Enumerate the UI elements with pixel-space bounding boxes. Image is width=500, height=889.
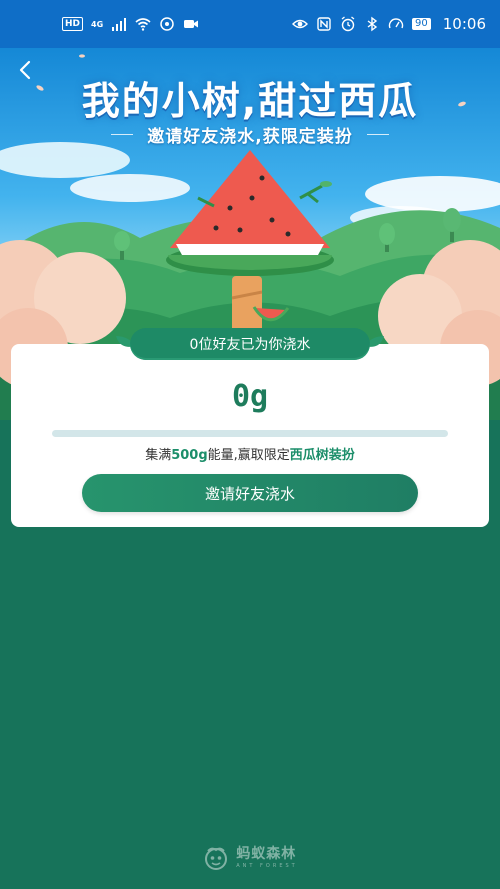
subtitle-row: 邀请好友浇水,获限定装扮: [0, 122, 500, 147]
status-left: HD 4G: [62, 16, 199, 32]
footer-name-block: 蚂蚁森林 ANT FOREST: [236, 846, 297, 870]
wifi-icon: [135, 18, 151, 31]
goal-middle: 能量,赢取限定: [207, 448, 290, 463]
subtitle-divider-left: [111, 134, 134, 135]
alarm-icon: [341, 16, 355, 32]
goal-reward: 西瓜树装扮: [289, 448, 355, 463]
video-icon: [184, 20, 199, 28]
speed-icon: [388, 18, 404, 29]
status-right: 90 10:06: [292, 15, 486, 33]
energy-progress-bar: [52, 430, 448, 437]
bluetooth-icon: [367, 16, 378, 32]
page-subtitle: 邀请好友浇水,获限定装扮: [147, 127, 353, 147]
footer-brand: 蚂蚁森林 ANT FOREST: [0, 845, 500, 871]
hotspot-icon: [160, 17, 174, 31]
signal-icon: [112, 18, 127, 31]
energy-value: 0g: [231, 379, 269, 414]
friends-watered-tab: 0位好友已为你浇水: [130, 328, 370, 360]
invite-button-label: 邀请好友浇水: [204, 484, 295, 503]
hd-badge: HD: [62, 17, 84, 31]
footer-brand-en: ANT FOREST: [236, 863, 298, 869]
ant-forest-logo-icon: [205, 847, 228, 870]
eye-icon: [292, 19, 309, 29]
network-type: 4G: [91, 19, 104, 29]
goal-prefix: 集满: [145, 448, 172, 463]
goal-amount: 500g: [171, 448, 208, 463]
clock: 10:06: [442, 15, 486, 33]
friends-watered-text: 0位好友已为你浇水: [189, 337, 311, 353]
nfc-icon: [317, 17, 331, 31]
battery-level: 90: [412, 18, 431, 30]
goal-description: 集满500g能量,赢取限定西瓜树装扮: [0, 444, 500, 463]
page-title: 我的小树,甜过西瓜: [81, 79, 419, 123]
footer-brand-name: 蚂蚁森林: [236, 846, 297, 862]
status-bar: HD 4G 90 10:06: [0, 0, 500, 48]
invite-friends-button[interactable]: 邀请好友浇水: [82, 474, 418, 512]
subtitle-divider-right: [366, 134, 389, 135]
